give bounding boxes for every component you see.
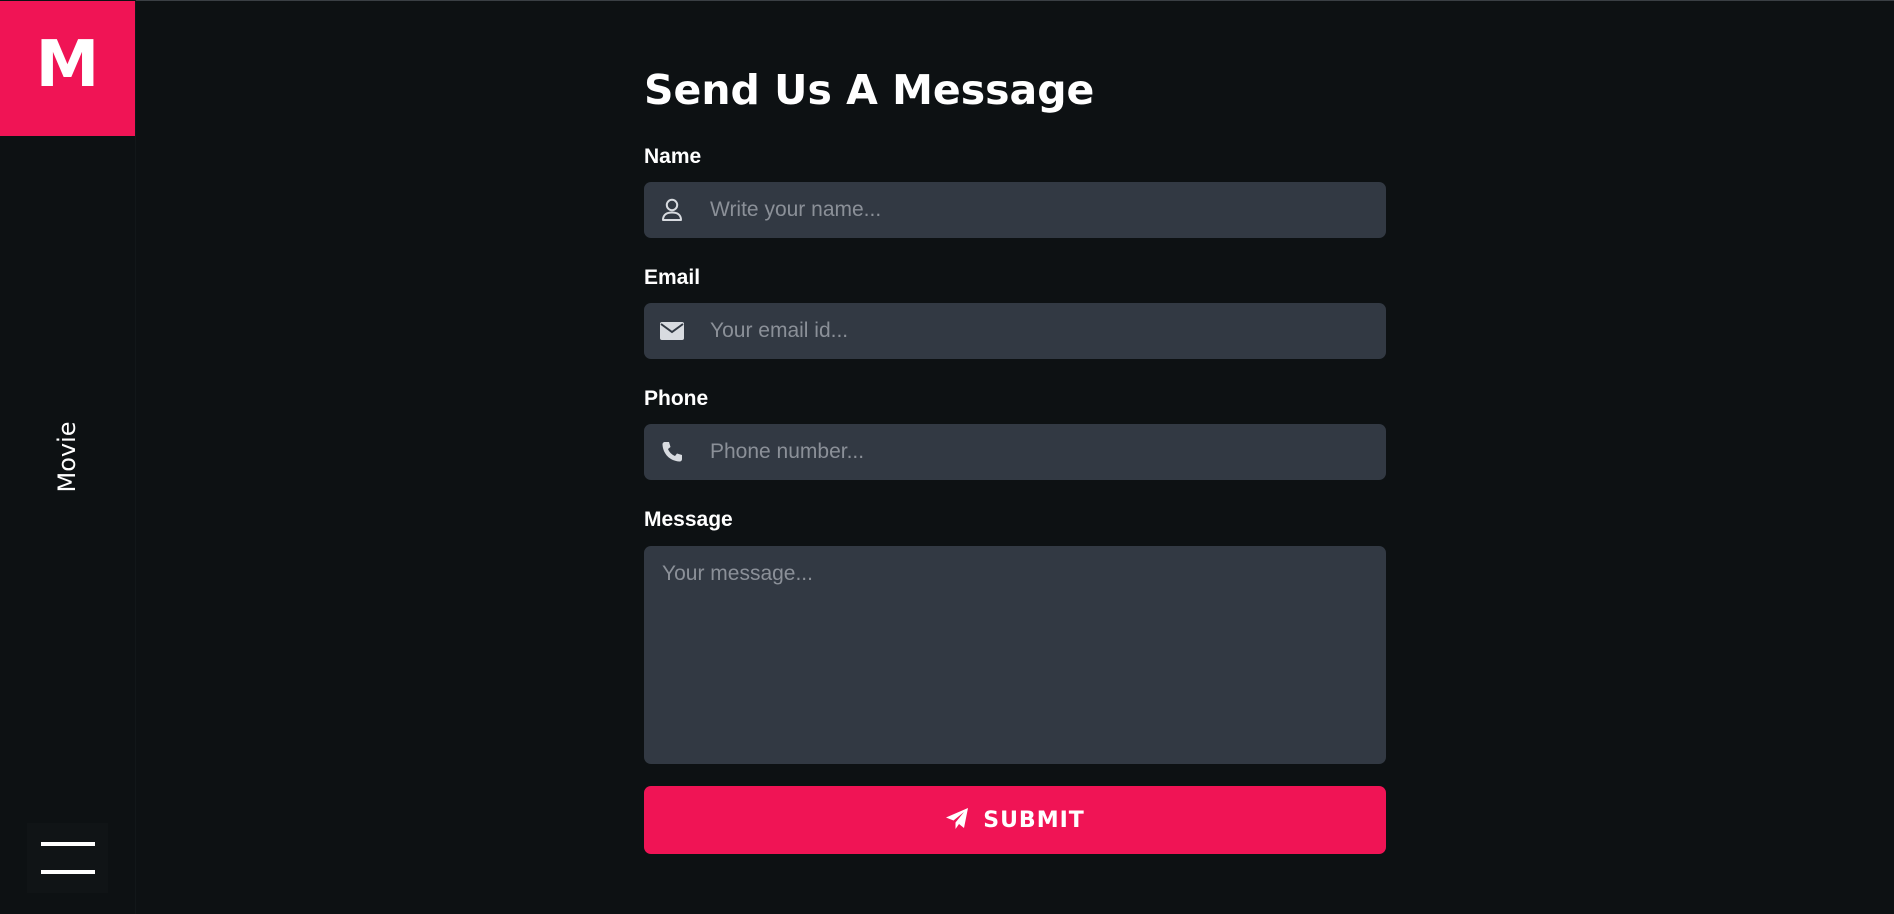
submit-label: SUBMIT — [983, 807, 1085, 833]
paper-plane-icon — [945, 807, 969, 834]
sidebar-brand-label: Movie — [53, 421, 81, 493]
user-icon — [660, 198, 684, 221]
menu-bar-bottom — [40, 870, 95, 874]
name-input[interactable] — [710, 182, 1370, 238]
message-field[interactable] — [644, 546, 1386, 764]
email-label: Email — [644, 266, 701, 289]
phone-icon — [660, 441, 684, 463]
phone-field[interactable] — [644, 424, 1386, 480]
email-input[interactable] — [710, 303, 1370, 359]
name-label: Name — [644, 145, 702, 168]
phone-label: Phone — [644, 387, 709, 410]
logo[interactable]: M — [0, 1, 135, 136]
sidebar: M Movie — [0, 0, 136, 914]
name-field[interactable] — [644, 182, 1386, 238]
message-label: Message — [644, 508, 733, 531]
top-border — [0, 0, 1894, 1]
form-title: Send Us A Message — [644, 66, 1095, 114]
email-field[interactable] — [644, 303, 1386, 359]
message-textarea[interactable] — [662, 562, 1368, 748]
logo-letter: M — [35, 27, 100, 102]
hamburger-menu-icon[interactable] — [27, 823, 108, 893]
submit-button[interactable]: SUBMIT — [644, 786, 1386, 854]
menu-bar-top — [40, 842, 95, 846]
envelope-icon — [660, 320, 684, 342]
phone-input[interactable] — [710, 424, 1370, 480]
